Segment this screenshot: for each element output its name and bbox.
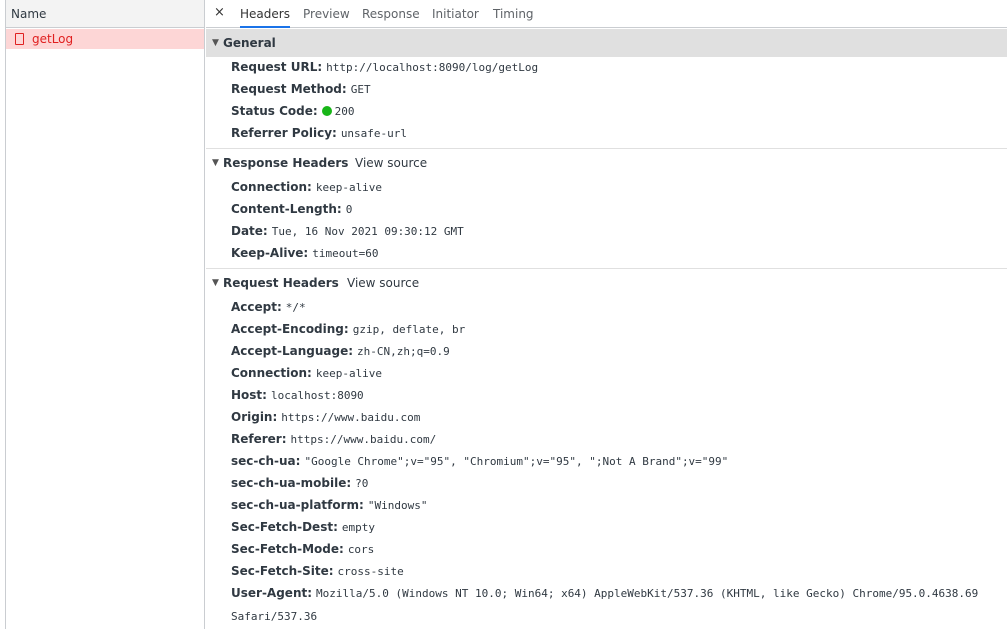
header-key: Accept: (231, 300, 282, 314)
details-tabbar: × Headers Preview Response Initiator Tim… (206, 0, 1007, 28)
header-value: keep-alive (315, 367, 383, 380)
header-value: zh-CN,zh;q=0.9 (357, 345, 450, 358)
pane-edge (5, 0, 6, 629)
header-value: ?0 (355, 477, 369, 490)
request-header-row: Sec-Fetch-Mode: cors (231, 538, 374, 560)
header-value: 0 (345, 203, 353, 216)
section-title: Request Headers (223, 276, 339, 290)
request-header-row: sec-ch-ua-mobile: ?0 (231, 472, 368, 494)
triangle-down-icon: ▼ (212, 158, 219, 168)
header-key: Content-Length: (231, 202, 342, 216)
header-value: */* (285, 301, 306, 314)
request-header-row: Accept-Language: zh-CN,zh;q=0.9 (231, 340, 450, 362)
header-key: Date: (231, 224, 268, 238)
header-value: GET (350, 83, 371, 96)
header-key: Keep-Alive: (231, 246, 309, 260)
request-header-row: Connection: keep-alive (231, 362, 382, 384)
request-list-pane: Name getLog (0, 0, 205, 629)
header-key: Sec-Fetch-Site: (231, 564, 334, 578)
triangle-down-icon: ▼ (212, 278, 219, 288)
request-name: getLog (32, 32, 74, 46)
header-value: localhost:8090 (270, 389, 364, 402)
header-key: Status Code: (231, 104, 318, 118)
header-key: Origin: (231, 410, 278, 424)
general-row: Status Code: 200 (231, 100, 355, 122)
request-header-row: Sec-Fetch-Site: cross-site (231, 560, 404, 582)
request-row-getlog[interactable]: getLog (6, 29, 204, 49)
request-header-row: Referer: https://www.baidu.com/ (231, 428, 436, 450)
tab-timing[interactable]: Timing (493, 0, 534, 28)
request-header-row: Accept-Encoding: gzip, deflate, br (231, 318, 465, 340)
response-header-row: Date: Tue, 16 Nov 2021 09:30:12 GMT (231, 220, 464, 242)
request-header-row: sec-ch-ua-platform: "Windows" (231, 494, 427, 516)
header-value: cross-site (337, 565, 404, 578)
document-icon (15, 33, 24, 45)
request-header-row: User-Agent: Mozilla/5.0 (Windows NT 10.0;… (231, 582, 1001, 628)
header-value: "Windows" (367, 499, 428, 512)
close-icon[interactable]: × (214, 5, 225, 20)
header-key: Connection: (231, 366, 312, 380)
header-value: cors (347, 543, 375, 556)
header-key: sec-ch-ua: (231, 454, 301, 468)
request-headers-header[interactable]: ▼ Request Headers View source (206, 269, 1007, 297)
tab-headers[interactable]: Headers (240, 0, 290, 28)
request-header-row: Host: localhost:8090 (231, 384, 364, 406)
response-header-row: Keep-Alive: timeout=60 (231, 242, 378, 264)
header-value: Tue, 16 Nov 2021 09:30:12 GMT (271, 225, 464, 238)
response-headers-header[interactable]: ▼ Response Headers View source (206, 149, 1007, 177)
header-key: Connection: (231, 180, 312, 194)
header-value: Mozilla/5.0 (Windows NT 10.0; Win64; x64… (231, 587, 979, 623)
header-value: empty (341, 521, 375, 534)
section-title: General (223, 36, 276, 50)
tab-response[interactable]: Response (362, 0, 420, 28)
general-section-header[interactable]: ▼ General (206, 29, 1007, 57)
header-value: keep-alive (315, 181, 383, 194)
header-key: Accept-Language: (231, 344, 354, 358)
request-headers-section: ▼ Request Headers View source (206, 269, 1007, 297)
header-value: gzip, deflate, br (352, 323, 466, 336)
view-source-link[interactable]: View source (355, 149, 427, 177)
response-headers-section: ▼ Response Headers View source (206, 149, 1007, 177)
response-header-row: Content-Length: 0 (231, 198, 352, 220)
general-row: Request URL: http://localhost:8090/log/ge… (231, 56, 538, 78)
header-key: sec-ch-ua-platform: (231, 498, 364, 512)
request-header-row: Origin: https://www.baidu.com (231, 406, 420, 428)
header-value: https://www.baidu.com (281, 411, 421, 424)
general-section: ▼ General (206, 29, 1007, 57)
header-key: Request URL: (231, 60, 323, 74)
general-row: Request Method: GET (231, 78, 371, 100)
header-key: Accept-Encoding: (231, 322, 349, 336)
tab-preview[interactable]: Preview (303, 0, 350, 28)
header-key: Host: (231, 388, 267, 402)
header-key: User-Agent: (231, 586, 313, 600)
header-value: 200 (334, 105, 355, 118)
request-details-pane: × Headers Preview Response Initiator Tim… (206, 0, 1007, 629)
header-key: Referer: (231, 432, 287, 446)
response-header-row: Connection: keep-alive (231, 176, 382, 198)
request-header-row: sec-ch-ua: "Google Chrome";v="95", "Chrom… (231, 450, 728, 472)
request-header-row: Accept: */* (231, 296, 306, 318)
header-key: Sec-Fetch-Mode: (231, 542, 344, 556)
header-value: "Google Chrome";v="95", "Chromium";v="95… (304, 455, 729, 468)
general-row: Referrer Policy: unsafe-url (231, 122, 407, 144)
header-key: Referrer Policy: (231, 126, 337, 140)
header-value: https://www.baidu.com/ (290, 433, 437, 446)
header-key: Request Method: (231, 82, 347, 96)
triangle-down-icon: ▼ (212, 38, 219, 48)
header-value: http://localhost:8090/log/getLog (326, 61, 539, 74)
section-title: Response Headers (223, 156, 349, 170)
request-header-row: Sec-Fetch-Dest: empty (231, 516, 375, 538)
view-source-link[interactable]: View source (347, 269, 419, 297)
header-value: unsafe-url (340, 127, 408, 140)
tab-initiator[interactable]: Initiator (432, 0, 479, 28)
header-key: Sec-Fetch-Dest: (231, 520, 338, 534)
header-key: sec-ch-ua-mobile: (231, 476, 352, 490)
header-value: timeout=60 (312, 247, 379, 260)
status-ok-icon (321, 106, 332, 116)
name-column-header[interactable]: Name (6, 0, 204, 28)
